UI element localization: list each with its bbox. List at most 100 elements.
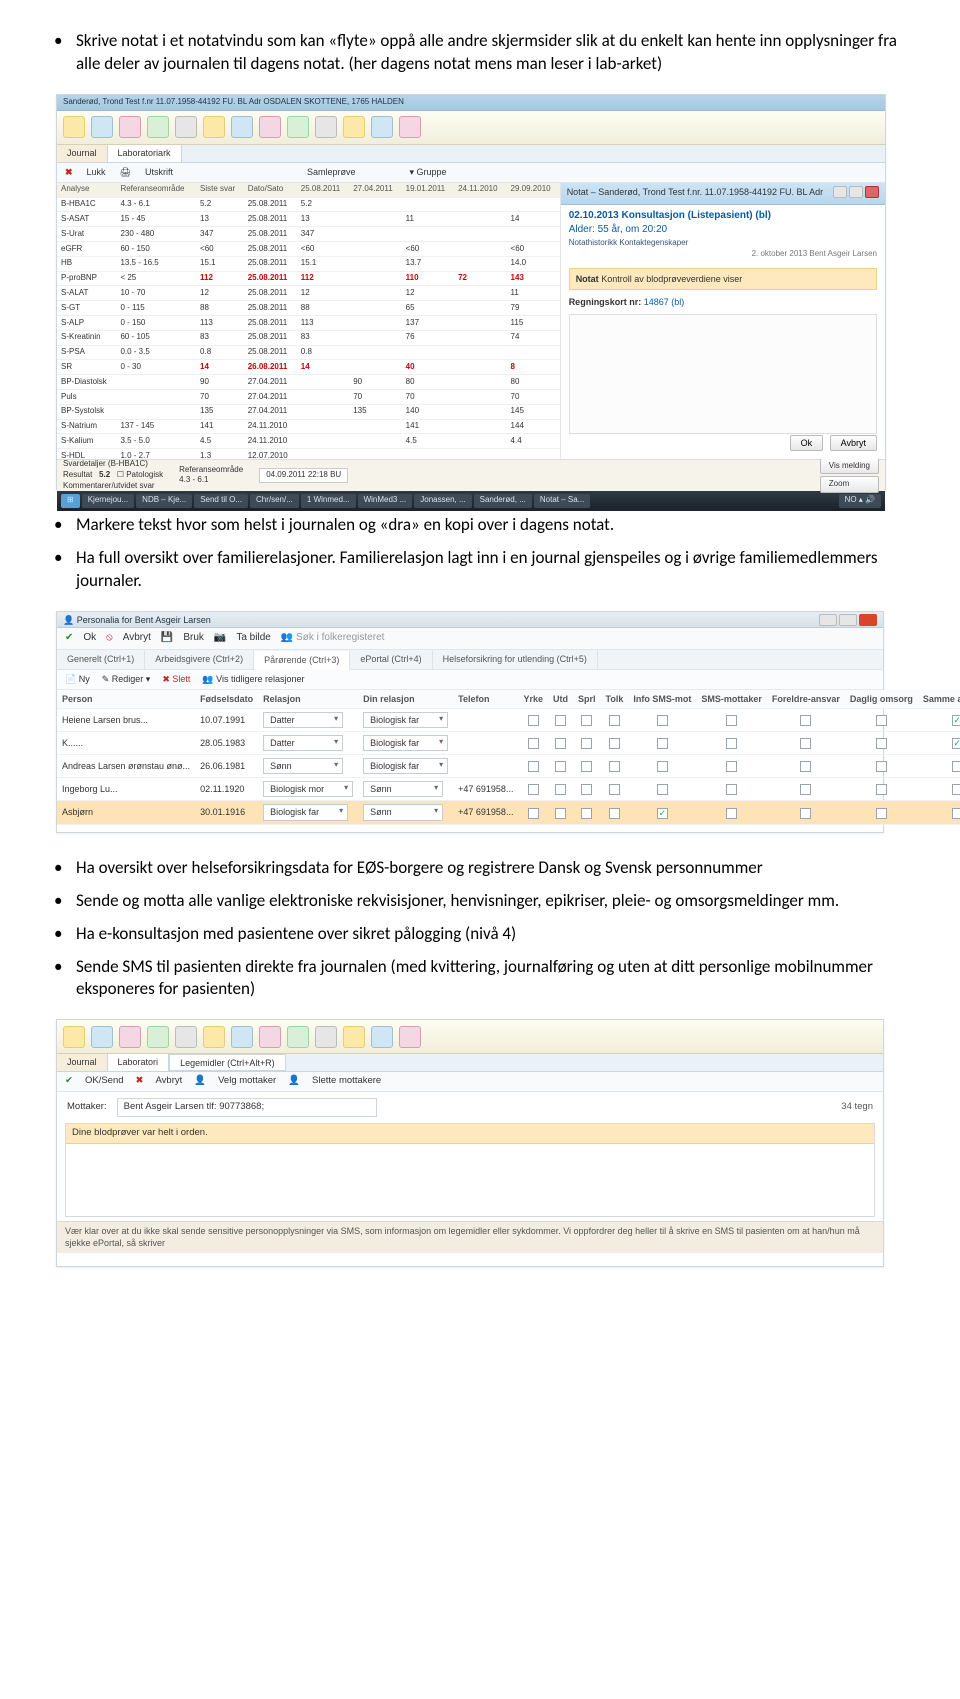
personalia-tab[interactable]: Arbeidsgivere (Ctrl+2)	[145, 650, 254, 669]
checkbox[interactable]	[876, 808, 887, 819]
taskbar-item[interactable]: Send til O...	[194, 494, 248, 508]
checkbox[interactable]	[581, 808, 592, 819]
checkbox[interactable]	[609, 808, 620, 819]
ribbon-icon[interactable]	[399, 1026, 421, 1048]
minimize-icon[interactable]	[819, 614, 837, 626]
taskbar-item[interactable]: Notat – Sa...	[534, 494, 590, 508]
tab-laboratori[interactable]: Laboratori	[108, 1054, 170, 1071]
person-cell[interactable]: Ingeborg Lu...	[57, 778, 195, 801]
person-cell[interactable]: Andreas Larsen ørønstau ønø...	[57, 755, 195, 778]
relasjon-dropdown[interactable]: Datter	[263, 712, 343, 728]
checkbox[interactable]	[952, 784, 960, 795]
relasjon-dropdown[interactable]: Biologisk mor	[263, 781, 353, 797]
personalia-tab[interactable]: Pårørende (Ctrl+3)	[254, 651, 350, 670]
tab-journal[interactable]: Journal	[57, 1054, 108, 1071]
ribbon-icon[interactable]	[287, 1026, 309, 1048]
checkbox[interactable]	[528, 761, 539, 772]
sms-message-body[interactable]	[66, 1144, 874, 1216]
checkbox[interactable]	[657, 784, 668, 795]
ribbon-icon[interactable]	[231, 116, 253, 138]
ribbon-icon[interactable]	[147, 116, 169, 138]
checkbox[interactable]	[609, 784, 620, 795]
din-relasjon-dropdown[interactable]: Sønn	[363, 804, 443, 820]
checkbox[interactable]	[876, 784, 887, 795]
din-relasjon-dropdown[interactable]: Biologisk far	[363, 712, 448, 728]
person-cell[interactable]: Asbjørn	[57, 801, 195, 824]
maximize-icon[interactable]	[849, 186, 863, 198]
checkbox[interactable]	[528, 715, 539, 726]
taskbar-item[interactable]: Chr/sen/...	[250, 494, 299, 508]
ribbon-icon[interactable]	[91, 1026, 113, 1048]
avbryt-button[interactable]: Avbryt	[830, 435, 877, 451]
ribbon-icon[interactable]	[147, 1026, 169, 1048]
checkbox[interactable]	[876, 761, 887, 772]
checkbox[interactable]	[609, 715, 620, 726]
ribbon-icon[interactable]	[371, 116, 393, 138]
checkbox[interactable]	[726, 761, 737, 772]
ribbon-icon[interactable]	[175, 1026, 197, 1048]
checkbox[interactable]	[555, 808, 566, 819]
checkbox[interactable]	[609, 761, 620, 772]
relasjon-dropdown[interactable]: Datter	[263, 735, 343, 751]
vis-tidligere-button[interactable]: 👥 Vis tidligere relasjoner	[202, 673, 304, 685]
ribbon-icon[interactable]	[119, 116, 141, 138]
tabilde-button[interactable]: Ta bilde	[236, 631, 270, 645]
ribbon-icon[interactable]	[91, 116, 113, 138]
checkbox[interactable]	[581, 761, 592, 772]
taskbar-item[interactable]: NDB – Kje...	[136, 494, 192, 508]
mottaker-field[interactable]: Bent Asgeir Larsen tlf: 90773868;	[117, 1098, 377, 1117]
ribbon-icon[interactable]	[203, 1026, 225, 1048]
regningskort-link[interactable]: 14867 (bl)	[644, 297, 685, 307]
bruk-button[interactable]: Bruk	[183, 631, 204, 645]
person-cell[interactable]: Heiene Larsen brus...	[57, 708, 195, 731]
din-relasjon-dropdown[interactable]: Biologisk far	[363, 735, 448, 751]
taskbar-item[interactable]: Kjernejou...	[82, 494, 134, 508]
gruppe-dropdown[interactable]: ▾ Gruppe	[410, 166, 447, 178]
ribbon-icon[interactable]	[371, 1026, 393, 1048]
checkbox[interactable]	[952, 738, 960, 749]
relasjon-dropdown[interactable]: Sønn	[263, 758, 343, 774]
checkbox[interactable]	[528, 738, 539, 749]
ok-send-button[interactable]: OK/Send	[85, 1075, 124, 1088]
tab-laboratoriark[interactable]: Laboratoriark	[108, 145, 182, 162]
checkbox[interactable]	[952, 715, 960, 726]
close-icon[interactable]	[865, 186, 879, 198]
maximize-icon[interactable]	[839, 614, 857, 626]
checkbox[interactable]	[581, 715, 592, 726]
personalia-tab[interactable]: Generelt (Ctrl+1)	[57, 650, 145, 669]
person-cell[interactable]: K......	[57, 731, 195, 754]
checkbox[interactable]	[726, 715, 737, 726]
minimize-icon[interactable]	[833, 186, 847, 198]
ribbon-icon[interactable]	[287, 116, 309, 138]
checkbox[interactable]	[528, 784, 539, 795]
checkbox[interactable]	[726, 738, 737, 749]
personalia-tab[interactable]: Helseforsikring for utlending (Ctrl+5)	[433, 650, 598, 669]
avbryt-button[interactable]: Avbryt	[156, 1075, 183, 1088]
checkbox[interactable]	[555, 738, 566, 749]
ok-button[interactable]: Ok	[83, 631, 96, 645]
ribbon-icon[interactable]	[259, 1026, 281, 1048]
ribbon-icon[interactable]	[399, 116, 421, 138]
checkbox[interactable]	[800, 784, 811, 795]
checkbox[interactable]	[876, 738, 887, 749]
personalia-tab[interactable]: ePortal (Ctrl+4)	[350, 650, 432, 669]
ribbon-icon[interactable]	[63, 1026, 85, 1048]
sms-message-text[interactable]: Dine blodprøver var helt i orden.	[66, 1124, 874, 1144]
close-icon[interactable]: ✖	[65, 166, 73, 178]
zoom-button[interactable]: Zoom	[820, 476, 879, 493]
checkbox[interactable]	[528, 808, 539, 819]
checkbox[interactable]	[657, 808, 668, 819]
checkbox[interactable]	[555, 715, 566, 726]
notat-tabs[interactable]: Notathistorikk Kontaktegenskaper	[569, 238, 877, 249]
ribbon-icon[interactable]	[119, 1026, 141, 1048]
folkeregister-button[interactable]: 👥 Søk i folkeregisteret	[281, 631, 385, 645]
checkbox[interactable]	[952, 761, 960, 772]
close-icon[interactable]	[859, 614, 877, 626]
utskrift-button[interactable]: Utskrift	[145, 166, 173, 178]
ribbon-icon[interactable]	[231, 1026, 253, 1048]
ribbon-icon[interactable]	[315, 116, 337, 138]
avbryt-button[interactable]: Avbryt	[123, 631, 151, 645]
checkbox[interactable]	[581, 738, 592, 749]
print-icon[interactable]: 🖨	[120, 166, 131, 178]
checkbox[interactable]	[800, 715, 811, 726]
